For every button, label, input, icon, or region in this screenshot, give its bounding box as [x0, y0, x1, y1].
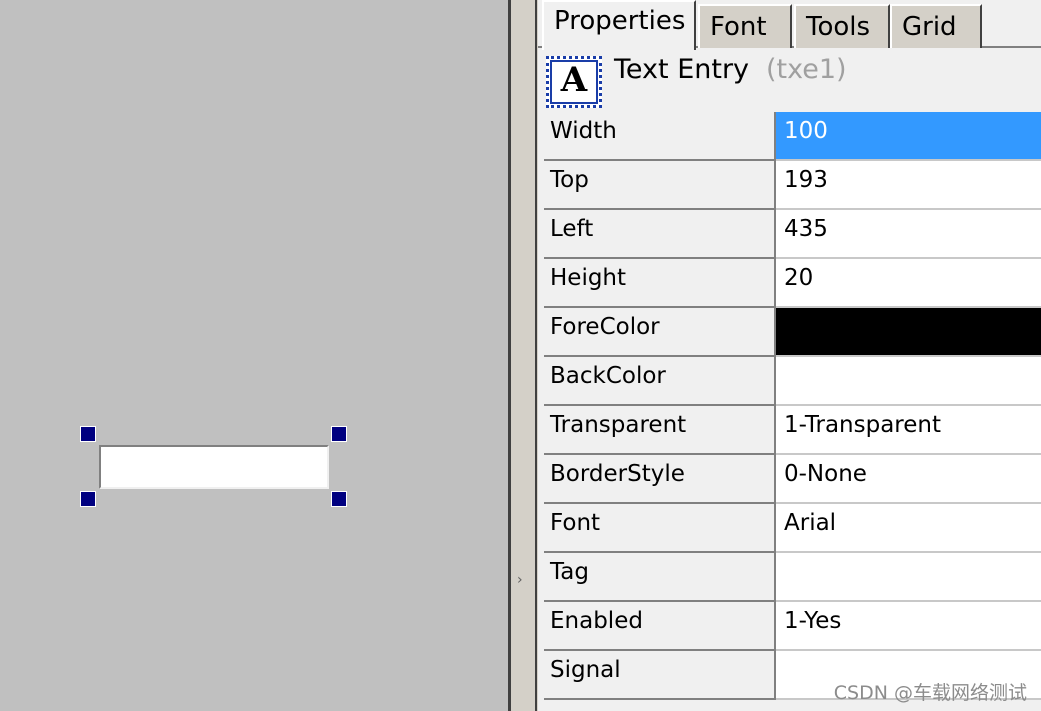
- property-name: Enabled: [544, 602, 776, 651]
- property-grid: Width 100 Top 193 Left 435 Height 20 For…: [544, 112, 1041, 700]
- property-row-backcolor[interactable]: BackColor: [544, 357, 1041, 406]
- resize-handle-bottom-left[interactable]: [80, 491, 96, 507]
- property-value-select[interactable]: 1-Yes: [776, 602, 1041, 651]
- tab-font[interactable]: Font: [698, 4, 792, 48]
- property-value-input[interactable]: 435: [776, 210, 1041, 259]
- property-name: Width: [544, 112, 776, 161]
- property-name: Height: [544, 259, 776, 308]
- object-type-label: Text Entry: [614, 54, 750, 85]
- property-row-enabled[interactable]: Enabled 1-Yes: [544, 602, 1041, 651]
- property-row-height[interactable]: Height 20: [544, 259, 1041, 308]
- tab-tools[interactable]: Tools: [794, 4, 890, 48]
- property-name: Tag: [544, 553, 776, 602]
- property-name: ForeColor: [544, 308, 776, 357]
- text-entry-control[interactable]: [99, 445, 329, 489]
- property-value-input[interactable]: Arial: [776, 504, 1041, 553]
- property-value-input[interactable]: 100: [776, 112, 1041, 161]
- object-id-label: (txe1): [766, 54, 847, 85]
- property-name: Transparent: [544, 406, 776, 455]
- property-value-input[interactable]: 193: [776, 161, 1041, 210]
- chevron-right-icon[interactable]: ›: [517, 572, 523, 588]
- property-row-borderstyle[interactable]: BorderStyle 0-None: [544, 455, 1041, 504]
- property-value-select[interactable]: 1-Transparent: [776, 406, 1041, 455]
- property-row-font[interactable]: Font Arial: [544, 504, 1041, 553]
- property-row-transparent[interactable]: Transparent 1-Transparent: [544, 406, 1041, 455]
- property-name: BackColor: [544, 357, 776, 406]
- property-value-input[interactable]: 20: [776, 259, 1041, 308]
- property-value-input[interactable]: [776, 553, 1041, 602]
- tab-bar: Properties Font Tools Grid: [538, 0, 1041, 50]
- property-row-tag[interactable]: Tag: [544, 553, 1041, 602]
- resize-handle-bottom-right[interactable]: [331, 491, 347, 507]
- property-row-top[interactable]: Top 193: [544, 161, 1041, 210]
- property-name: Left: [544, 210, 776, 259]
- watermark: CSDN @车载网络测试: [833, 682, 1027, 704]
- forecolor-swatch[interactable]: [776, 308, 1041, 357]
- resize-handle-top-right[interactable]: [331, 426, 347, 442]
- property-name: Font: [544, 504, 776, 553]
- property-row-width[interactable]: Width 100: [544, 112, 1041, 161]
- object-header: A Text Entry (txe1): [538, 50, 1041, 112]
- tab-properties[interactable]: Properties: [542, 0, 696, 50]
- property-row-left[interactable]: Left 435: [544, 210, 1041, 259]
- design-canvas[interactable]: [0, 0, 508, 711]
- property-name: BorderStyle: [544, 455, 776, 504]
- properties-panel: Properties Font Tools Grid A Text Entry …: [538, 0, 1041, 711]
- text-entry-icon: A: [546, 56, 602, 108]
- panel-splitter[interactable]: ›: [508, 0, 538, 711]
- property-name: Signal: [544, 651, 776, 700]
- property-value-select[interactable]: 0-None: [776, 455, 1041, 504]
- property-row-forecolor[interactable]: ForeColor: [544, 308, 1041, 357]
- resize-handle-top-left[interactable]: [80, 426, 96, 442]
- property-name: Top: [544, 161, 776, 210]
- tab-grid[interactable]: Grid: [890, 4, 982, 48]
- backcolor-swatch[interactable]: [776, 357, 1041, 406]
